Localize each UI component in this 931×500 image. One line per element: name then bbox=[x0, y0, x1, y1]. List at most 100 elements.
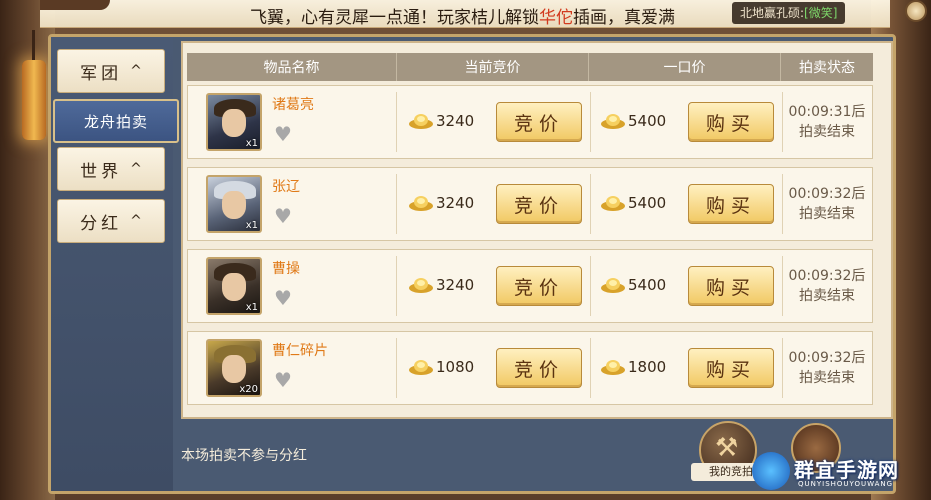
column-divider bbox=[590, 92, 591, 152]
marquee-highlight: 华佗 bbox=[539, 8, 573, 28]
status-time: 00:09:32后 bbox=[788, 350, 866, 366]
watermark-logo-icon bbox=[752, 452, 790, 490]
hero-face bbox=[222, 109, 246, 137]
table-row: x1 诸葛亮 ♥ 3240 竞价 5400 购买 00:09:31后 拍卖结束 bbox=[187, 85, 873, 159]
sidebar-item-world[interactable]: 世界 ^ bbox=[57, 147, 165, 191]
marquee-badge bbox=[40, 0, 110, 10]
column-divider bbox=[396, 92, 397, 152]
hero-avatar[interactable]: x1 bbox=[206, 257, 262, 315]
column-divider bbox=[590, 256, 591, 316]
marquee-text-b: 插画，真爱满 bbox=[573, 8, 675, 28]
hero-avatar[interactable]: x1 bbox=[206, 175, 262, 233]
hero-face bbox=[222, 191, 246, 219]
gold-ingot-icon bbox=[409, 196, 433, 211]
column-divider bbox=[782, 92, 783, 152]
item-name: 诸葛亮 bbox=[272, 97, 314, 113]
bid-button[interactable]: 竞价 bbox=[496, 102, 582, 142]
gold-ingot-icon bbox=[601, 360, 625, 375]
heart-icon[interactable]: ♥ bbox=[274, 206, 292, 226]
buy-button[interactable]: 购买 bbox=[688, 102, 774, 142]
item-count: x1 bbox=[245, 302, 258, 313]
column-divider bbox=[590, 338, 591, 398]
site-watermark: 群宜手游网 QUNYISHOUYOUWANG bbox=[748, 448, 928, 496]
sidebar-item-legion[interactable]: 军团 ^ bbox=[57, 49, 165, 93]
sidebar: 军团 ^ 龙舟拍卖 世界 ^ 分红 ^ bbox=[51, 37, 179, 491]
current-bid-value: 3240 bbox=[436, 112, 475, 130]
auction-table: 物品名称 当前竞价 一口价 拍卖状态 x1 诸葛亮 ♥ 3240 竞价 5400… bbox=[181, 41, 893, 419]
sidebar-item-label: 龙舟拍卖 bbox=[83, 112, 148, 131]
gold-ingot-icon bbox=[409, 278, 433, 293]
marquee-text: 飞翼，心有灵犀一点通！玩家桔儿解锁华佗插画，真爱满 bbox=[250, 3, 675, 28]
item-name: 曹操 bbox=[272, 261, 300, 277]
header-current-bid: 当前竞价 bbox=[397, 53, 589, 81]
auction-note: 本场拍卖不参与分红 bbox=[181, 448, 307, 464]
sidebar-item-dragonboat-auction[interactable]: 龙舟拍卖 bbox=[53, 99, 179, 143]
gold-ingot-icon bbox=[409, 360, 433, 375]
watermark-text: 群宜手游网 bbox=[794, 458, 899, 482]
status-text: 拍卖结束 bbox=[799, 206, 855, 222]
buy-button[interactable]: 购买 bbox=[688, 184, 774, 224]
gold-ingot-icon bbox=[409, 114, 433, 129]
lantern-decoration bbox=[22, 30, 46, 140]
table-row: x20 曹仁碎片 ♥ 1080 竞价 1800 购买 00:09:32后 拍卖结束 bbox=[187, 331, 873, 405]
buyout-value: 1800 bbox=[628, 358, 667, 376]
item-name: 张辽 bbox=[272, 179, 300, 195]
table-header: 物品名称 当前竞价 一口价 拍卖状态 bbox=[187, 53, 873, 81]
hero-avatar[interactable]: x1 bbox=[206, 93, 262, 151]
watermark-subtext: QUNYISHOUYOUWANG bbox=[798, 480, 894, 488]
item-count: x1 bbox=[245, 220, 258, 231]
menu-icon[interactable] bbox=[905, 0, 927, 22]
item-name: 曹仁碎片 bbox=[272, 343, 328, 359]
bid-button[interactable]: 竞价 bbox=[496, 184, 582, 224]
hero-face bbox=[222, 355, 246, 383]
buy-button[interactable]: 购买 bbox=[688, 348, 774, 388]
bid-button[interactable]: 竞价 bbox=[496, 266, 582, 306]
sidebar-item-label: 世界 bbox=[80, 161, 123, 182]
server-prefix: 北地赢孔硕: bbox=[740, 6, 805, 20]
column-divider bbox=[782, 256, 783, 316]
table-row: x1 曹操 ♥ 3240 竞价 5400 购买 00:09:32后 拍卖结束 bbox=[187, 249, 873, 323]
column-divider bbox=[782, 338, 783, 398]
sidebar-item-label: 军团 bbox=[80, 63, 123, 84]
item-count: x1 bbox=[245, 138, 258, 149]
heart-icon[interactable]: ♥ bbox=[274, 370, 292, 390]
sidebar-item-dividend[interactable]: 分红 ^ bbox=[57, 199, 165, 243]
marquee-text-a: 飞翼，心有灵犀一点通！玩家桔儿解锁 bbox=[250, 8, 539, 28]
hammer-icon: ⚒ bbox=[715, 433, 739, 463]
bid-button[interactable]: 竞价 bbox=[496, 348, 582, 388]
auction-panel: 军团 ^ 龙舟拍卖 世界 ^ 分红 ^ 物品名称 当前竞价 一口价 拍卖状态 x1 诸… bbox=[48, 34, 896, 494]
status-text: 拍卖结束 bbox=[799, 124, 855, 140]
hero-face bbox=[222, 273, 246, 301]
gold-ingot-icon bbox=[601, 196, 625, 211]
server-chat-tag[interactable]: 北地赢孔硕:[微笑] bbox=[732, 2, 846, 24]
buyout-value: 5400 bbox=[628, 276, 667, 294]
status-time: 00:09:31后 bbox=[788, 104, 866, 120]
current-bid-value: 3240 bbox=[436, 276, 475, 294]
column-divider bbox=[396, 174, 397, 234]
auction-status: 00:09:32后 拍卖结束 bbox=[784, 184, 870, 224]
hero-avatar[interactable]: x20 bbox=[206, 339, 262, 397]
chevron-up-icon: ^ bbox=[130, 213, 142, 229]
chevron-up-icon: ^ bbox=[130, 63, 142, 79]
heart-icon[interactable]: ♥ bbox=[274, 288, 292, 308]
status-text: 拍卖结束 bbox=[799, 288, 855, 304]
auction-status: 00:09:32后 拍卖结束 bbox=[784, 266, 870, 306]
column-divider bbox=[782, 174, 783, 234]
buy-button[interactable]: 购买 bbox=[688, 266, 774, 306]
status-time: 00:09:32后 bbox=[788, 268, 866, 284]
server-status: [微笑] bbox=[804, 6, 838, 20]
column-divider bbox=[396, 256, 397, 316]
header-buyout: 一口价 bbox=[589, 53, 781, 81]
broadcast-marquee: 飞翼，心有灵犀一点通！玩家桔儿解锁华佗插画，真爱满 北地赢孔硕:[微笑] bbox=[40, 0, 890, 28]
auction-status: 00:09:32后 拍卖结束 bbox=[784, 348, 870, 388]
table-row: x1 张辽 ♥ 3240 竞价 5400 购买 00:09:32后 拍卖结束 bbox=[187, 167, 873, 241]
status-text: 拍卖结束 bbox=[799, 370, 855, 386]
chevron-up-icon: ^ bbox=[130, 161, 142, 177]
column-divider bbox=[396, 338, 397, 398]
buyout-value: 5400 bbox=[628, 194, 667, 212]
header-item-name: 物品名称 bbox=[187, 53, 397, 81]
item-count: x20 bbox=[239, 384, 258, 395]
sidebar-item-label: 分红 bbox=[80, 213, 123, 234]
heart-icon[interactable]: ♥ bbox=[274, 124, 292, 144]
column-divider bbox=[590, 174, 591, 234]
